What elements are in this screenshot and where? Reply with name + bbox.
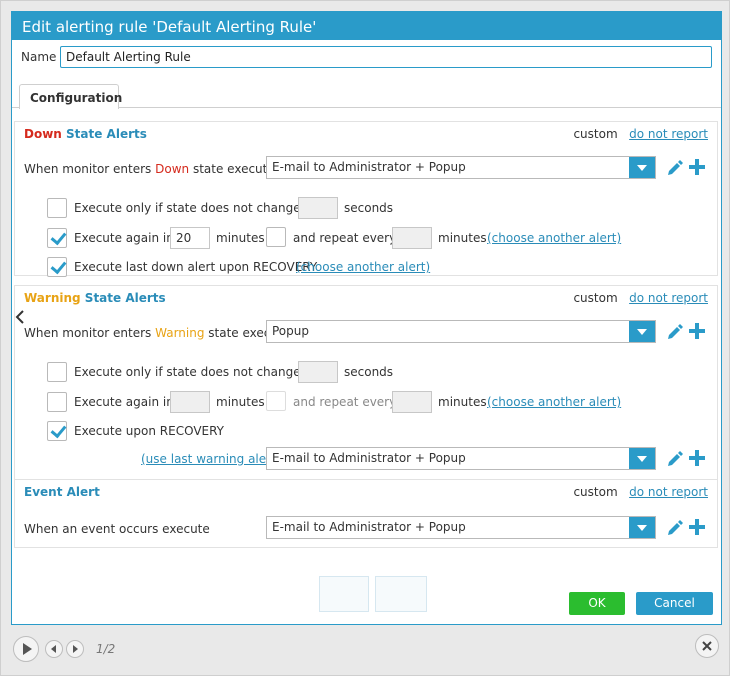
warning-choose-alert-link[interactable]: (choose another alert) [487, 395, 621, 409]
warning-opt1-label: Execute only if state does not change fo… [74, 365, 321, 379]
screenshot-frame: Edit alerting rule 'Default Alerting Rul… [0, 0, 730, 676]
chevron-left-icon[interactable] [15, 309, 25, 328]
warning-section-title: Warning State Alerts [24, 291, 166, 305]
down-recovery-checkbox[interactable] [47, 257, 67, 277]
event-alert-select-value: E-mail to Administrator + Popup [272, 520, 466, 534]
warning-repeat-unit: minutes [438, 395, 487, 409]
warning-opt2-label: Execute again in [74, 395, 174, 409]
down-alert-select-value: E-mail to Administrator + Popup [272, 160, 466, 174]
event-alert-select[interactable]: E-mail to Administrator + Popup [266, 516, 656, 539]
down-do-not-report-link[interactable]: do not report [629, 127, 708, 141]
warning-section-actions: custom do not report [573, 291, 708, 305]
pencil-icon[interactable] [666, 158, 684, 176]
warning-opt2-unit: minutes [216, 395, 265, 409]
plus-icon[interactable] [688, 158, 706, 176]
chevron-down-icon[interactable] [629, 448, 655, 469]
warning-state-unchanged-checkbox[interactable] [47, 362, 67, 382]
down-state-unchanged-checkbox[interactable] [47, 198, 67, 218]
dialog-title: Edit alerting rule 'Default Alerting Rul… [12, 12, 721, 40]
pencil-icon[interactable] [666, 322, 684, 340]
warning-again-minutes-input[interactable] [170, 391, 210, 413]
ok-button[interactable]: OK [569, 592, 625, 615]
warning-row-state: Warning [155, 326, 205, 340]
down-section-actions: custom do not report [573, 127, 708, 141]
down-opt1-unit: seconds [344, 201, 394, 215]
warning-title-state: Warning [24, 291, 81, 305]
viewer-bottom-bar: 1/2 [1, 629, 730, 676]
prev-icon[interactable] [45, 640, 63, 658]
tab-strip: Configuration [12, 84, 721, 109]
play-icon[interactable] [13, 636, 39, 662]
down-row-prefix: When monitor enters [24, 162, 156, 176]
down-seconds-input[interactable] [298, 197, 338, 219]
plus-icon[interactable] [688, 518, 706, 536]
cancel-button[interactable]: Cancel [636, 592, 713, 615]
event-execute-label: When an event occurs execute [24, 522, 210, 536]
event-alert-section: Event Alert custom do not report When an… [14, 479, 718, 548]
use-last-warning-alert-link[interactable]: (use last warning alert) [141, 452, 280, 466]
down-execute-label: When monitor enters Down state execute [24, 162, 275, 176]
event-custom-label: custom [573, 485, 618, 499]
down-title-rest: State Alerts [61, 127, 147, 141]
down-execute-again-checkbox[interactable] [47, 228, 67, 248]
tab-configuration[interactable]: Configuration [19, 84, 122, 109]
close-icon[interactable] [695, 634, 719, 658]
down-recovery-choose-link[interactable]: (choose another alert) [296, 260, 430, 274]
pencil-icon[interactable] [666, 518, 684, 536]
warning-opt3-label: Execute upon RECOVERY [74, 424, 225, 438]
event-do-not-report-link[interactable]: do not report [629, 485, 708, 499]
warning-alert-select-value: Popup [272, 324, 309, 338]
warning-do-not-report-link[interactable]: do not report [629, 291, 708, 305]
down-again-minutes-input[interactable]: 20 [170, 227, 210, 249]
chevron-down-icon[interactable] [629, 517, 655, 538]
down-opt3-label: Execute last down alert upon RECOVERY [74, 260, 318, 274]
down-opt1-label: Execute only if state does not change fo… [74, 201, 321, 215]
down-opt2-unit: minutes [216, 231, 265, 245]
plus-icon[interactable] [688, 449, 706, 467]
warning-repeat-checkbox[interactable] [266, 391, 286, 411]
down-alert-select[interactable]: E-mail to Administrator + Popup [266, 156, 656, 179]
down-opt2-label: Execute again in [74, 231, 174, 245]
name-label: Name [21, 50, 57, 64]
warning-recovery-select-value: E-mail to Administrator + Popup [272, 451, 466, 465]
down-repeat-minutes-input[interactable] [392, 227, 432, 249]
down-repeat-unit: minutes [438, 231, 487, 245]
warning-state-section: Warning State Alerts custom do not repor… [14, 285, 718, 480]
next-icon[interactable] [66, 640, 84, 658]
name-input[interactable] [60, 46, 712, 68]
warning-custom-label: custom [573, 291, 618, 305]
plus-icon[interactable] [688, 322, 706, 340]
warning-recovery-checkbox[interactable] [47, 421, 67, 441]
down-repeat-checkbox[interactable] [266, 227, 286, 247]
warning-execute-label: When monitor enters Warning state execut… [24, 326, 290, 340]
down-section-title: Down State Alerts [24, 127, 147, 141]
warning-row-prefix: When monitor enters [24, 326, 156, 340]
down-choose-alert-link[interactable]: (choose another alert) [487, 231, 621, 245]
event-section-title: Event Alert [24, 485, 100, 499]
warning-title-rest: State Alerts [80, 291, 166, 305]
down-repeat-label: and repeat every [293, 231, 397, 245]
pencil-icon[interactable] [666, 449, 684, 467]
chevron-down-icon[interactable] [629, 321, 655, 342]
event-section-actions: custom do not report [573, 485, 708, 499]
down-row-suffix: state execute [189, 162, 275, 176]
thumbnail-1[interactable] [319, 576, 369, 612]
alerting-rule-dialog: Edit alerting rule 'Default Alerting Rul… [11, 11, 722, 625]
warning-opt1-unit: seconds [344, 365, 394, 379]
chevron-down-icon[interactable] [629, 157, 655, 178]
down-custom-label: custom [573, 127, 618, 141]
thumbnail-2[interactable] [375, 576, 427, 612]
down-title-state: Down [24, 127, 62, 141]
warning-seconds-input[interactable] [298, 361, 338, 383]
down-row-state: Down [155, 162, 190, 176]
page-indicator: 1/2 [96, 642, 116, 656]
warning-alert-select[interactable]: Popup [266, 320, 656, 343]
warning-recovery-select[interactable]: E-mail to Administrator + Popup [266, 447, 656, 470]
down-state-section: Down State Alerts custom do not report W… [14, 121, 718, 277]
warning-execute-again-checkbox[interactable] [47, 392, 67, 412]
warning-repeat-label: and repeat every [293, 395, 397, 409]
warning-repeat-minutes-input[interactable] [392, 391, 432, 413]
